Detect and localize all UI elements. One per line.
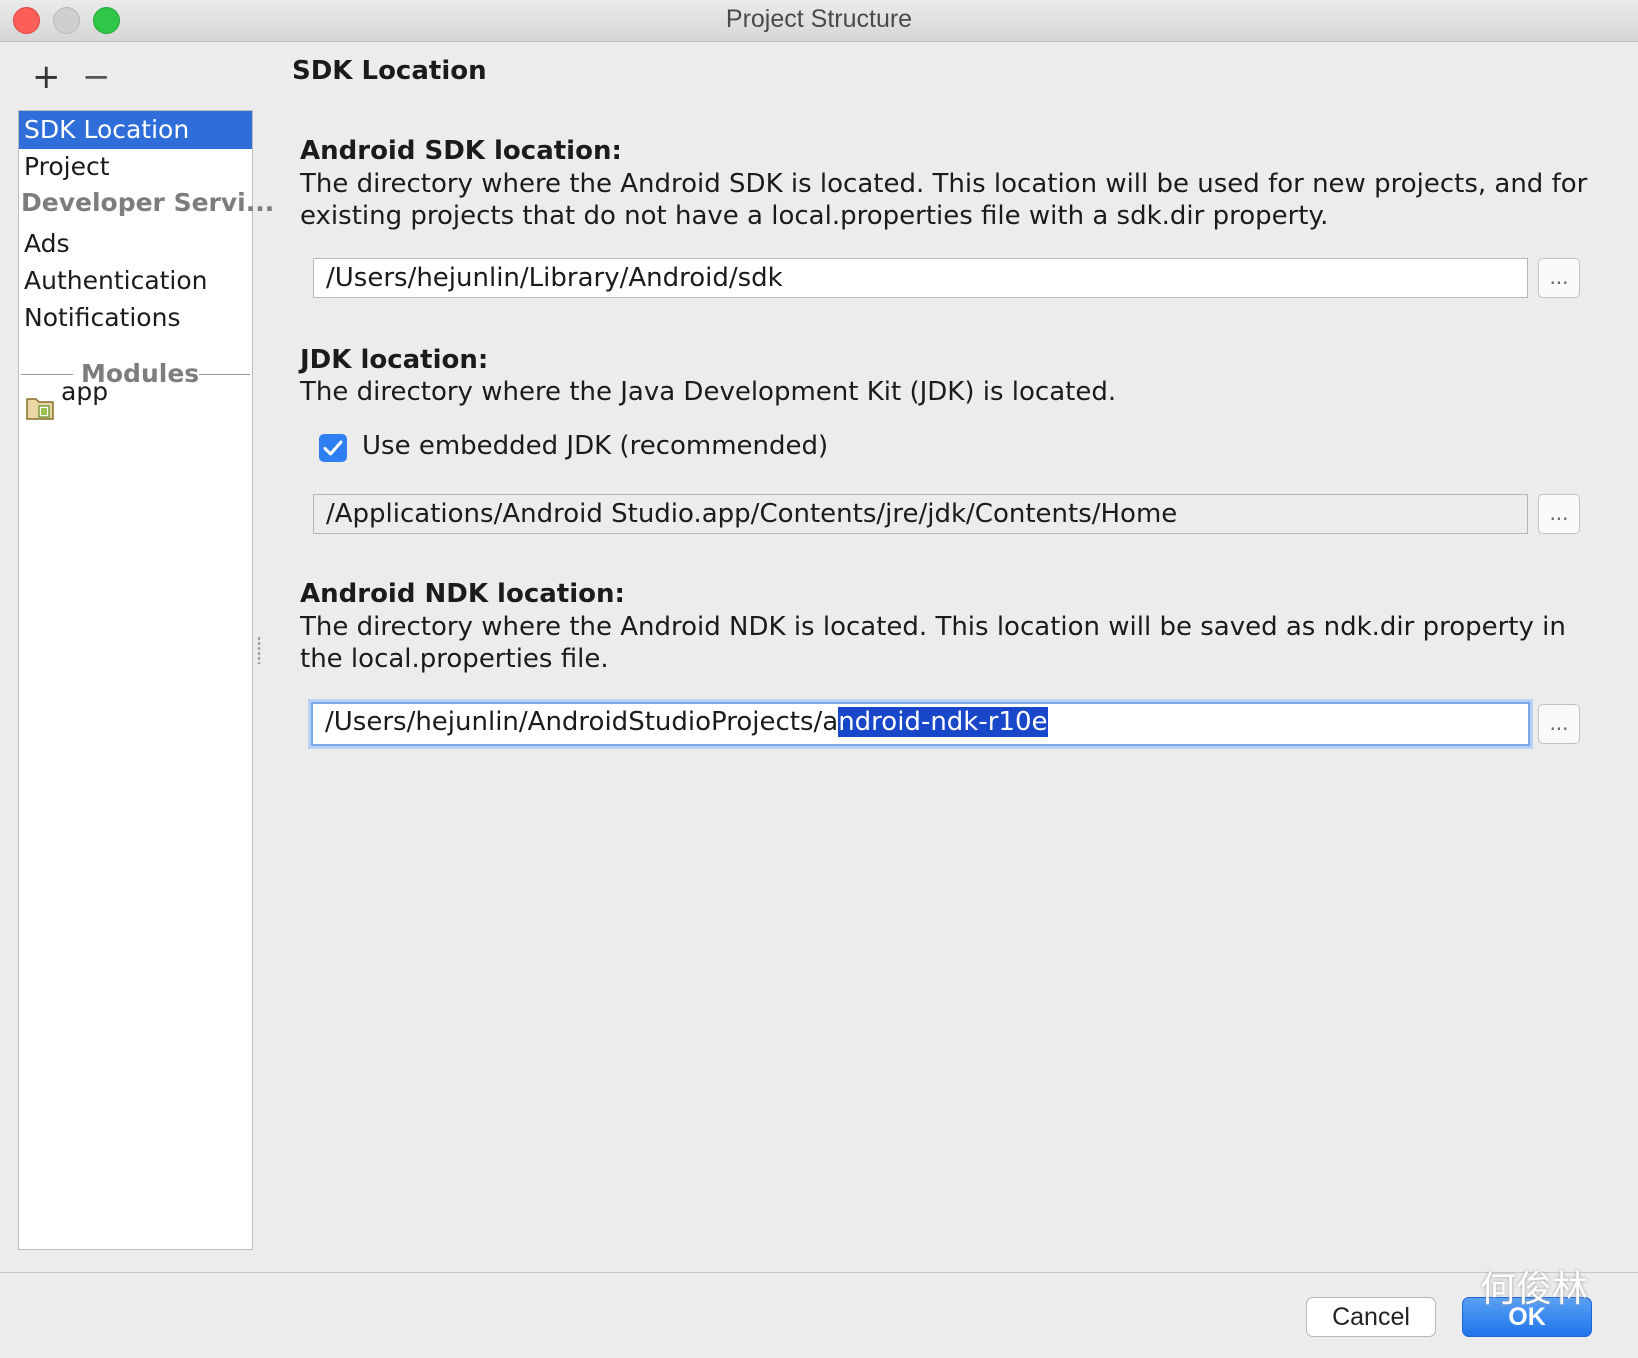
sidebar-header-developer-services: Developer Servi...: [21, 188, 275, 217]
sdk-path-field[interactable]: /Users/hejunlin/Library/Android/sdk: [313, 258, 1528, 298]
remove-button[interactable]: −: [82, 60, 111, 94]
sdk-browse-button[interactable]: ...: [1538, 258, 1580, 298]
jdk-section-title: JDK location:: [300, 345, 489, 375]
window-title: Project Structure: [725, 5, 913, 33]
sidebar-item-project[interactable]: Project: [19, 148, 252, 186]
footer-divider: [0, 1272, 1638, 1273]
watermark: 何俊林: [1479, 1269, 1588, 1310]
splitter-handle[interactable]: [257, 636, 261, 664]
sdk-section-title: Android SDK location:: [300, 136, 622, 166]
sidebar-item-sdk-location[interactable]: SDK Location: [19, 111, 252, 149]
sdk-section-description: The directory where the Android SDK is l…: [300, 169, 1588, 231]
jdk-section-description: The directory where the Java Development…: [300, 377, 1117, 407]
ndk-section-title: Android NDK location:: [300, 579, 625, 609]
embedded-jdk-label[interactable]: Use embedded JDK (recommended): [362, 431, 828, 461]
ndk-browse-button[interactable]: ...: [1538, 704, 1580, 744]
title-bar: Project Structure: [0, 0, 1638, 42]
sidebar-item-app[interactable]: app: [59, 373, 249, 411]
page-title: SDK Location: [292, 56, 487, 86]
cancel-button[interactable]: Cancel: [1306, 1297, 1436, 1337]
sidebar: SDK Location Project Developer Servi... …: [18, 110, 274, 1250]
sidebar-item-authentication[interactable]: Authentication: [19, 262, 252, 300]
embedded-jdk-checkbox[interactable]: [319, 434, 347, 462]
jdk-path-field: /Applications/Android Studio.app/Content…: [313, 494, 1528, 534]
checkmark-icon: [323, 440, 343, 456]
ndk-path-prefix: /Users/hejunlin/AndroidStudioProjects/a: [325, 707, 839, 737]
module-folder-icon: [26, 398, 54, 420]
ndk-path-selection: ndroid-ndk-r10e: [838, 707, 1048, 737]
sidebar-item-notifications[interactable]: Notifications: [19, 299, 252, 337]
jdk-browse-button[interactable]: ...: [1538, 494, 1580, 534]
add-button[interactable]: +: [32, 60, 61, 94]
ndk-path-field[interactable]: /Users/hejunlin/AndroidStudioProjects/an…: [311, 702, 1530, 746]
ndk-section-description: The directory where the Android NDK is l…: [300, 612, 1566, 674]
sidebar-item-ads[interactable]: Ads: [19, 225, 252, 263]
